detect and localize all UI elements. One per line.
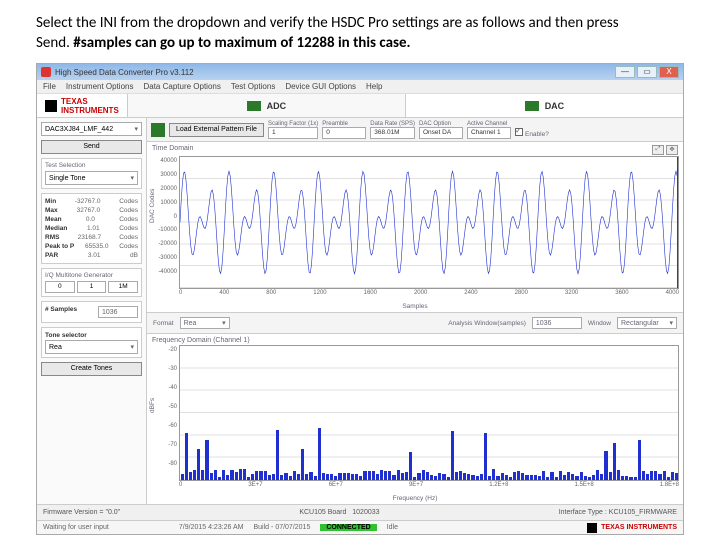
dac-option-dropdown[interactable]: Onset DA (419, 127, 463, 139)
status-bar-2: Waiting for user input 7/9/2015 4:23:26 … (37, 520, 683, 534)
time-chart-xlabel: Samples (151, 303, 679, 310)
nsamples-input[interactable]: 1036 (98, 306, 138, 318)
menu-file[interactable]: File (43, 82, 56, 91)
mid-control-row: Format Rea Analysis Window(samples) 1036… (147, 312, 683, 334)
chevron-down-icon (130, 343, 134, 351)
stats-panel: Min-32767.0Codes Max32767.0Codes Mean0.0… (41, 193, 142, 264)
chevron-down-icon (222, 319, 226, 327)
chevron-down-icon (130, 174, 134, 182)
time-chart-yaxis: DAC Codes 400003000020000100000-10000-20… (151, 156, 179, 289)
freq-chart-title: Frequency Domain (Channel 1) (152, 337, 250, 344)
freq-chart-xlabel: Frequency (Hz) (151, 495, 679, 502)
window-type-dropdown[interactable]: Rectangular (617, 317, 677, 329)
chart-tool-pan-icon[interactable]: ✥ (666, 145, 678, 155)
frequency-domain-chart[interactable] (179, 345, 679, 481)
adc-chip-icon (247, 101, 261, 111)
ti-brand: TEXASINSTRUMENTS (37, 97, 127, 115)
test-selection-label: Test Selection (45, 162, 138, 169)
dac-chip-icon (525, 101, 539, 111)
chevron-down-icon (669, 319, 673, 327)
ini-dropdown[interactable]: DAC3XJ84_LMF_442 (41, 122, 142, 136)
menu-data-capture-options[interactable]: Data Capture Options (143, 82, 220, 91)
ti-footer-brand: TEXAS INSTRUMENTS (587, 523, 677, 533)
menu-device-gui-options[interactable]: Device GUI Options (285, 82, 356, 91)
app-window: High Speed Data Converter Pro v3.112 — ▭… (36, 63, 684, 535)
minimize-button[interactable]: — (615, 66, 635, 78)
chevron-down-icon (134, 125, 138, 133)
nsamples-label: # Samples (45, 306, 77, 318)
enable-checkbox[interactable] (515, 128, 523, 136)
menu-instrument-options[interactable]: Instrument Options (66, 82, 134, 91)
dac-option-row: Load External Pattern File Scaling Facto… (147, 118, 683, 142)
toolbar: TEXASINSTRUMENTS ADC DAC (37, 94, 683, 118)
tone-selector-label: Tone selector (45, 332, 87, 339)
tonegen-field-b[interactable]: 1 (77, 281, 107, 293)
time-chart-title: Time Domain (152, 145, 193, 155)
send-button[interactable]: Send (41, 140, 142, 154)
load-pattern-button[interactable]: Load External Pattern File (169, 123, 264, 137)
window-title: High Speed Data Converter Pro v3.112 (55, 68, 194, 77)
connection-status-badge: CONNECTED (320, 524, 376, 531)
time-chart-xaxis: 040080012001600200024002800320036004000 (179, 290, 679, 303)
freq-chart-yaxis: dBFs -20-30-40-50-60-70-80 (151, 345, 179, 481)
menu-test-options[interactable]: Test Options (231, 82, 275, 91)
tab-adc[interactable]: ADC (127, 94, 405, 117)
test-selection-dropdown[interactable]: Single Tone (45, 171, 138, 185)
multitone-gen-label: I/Q Multitone Generator (45, 272, 138, 279)
ti-logo-icon (587, 523, 597, 533)
menubar: File Instrument Options Data Capture Opt… (37, 80, 683, 94)
tab-dac[interactable]: DAC (405, 94, 683, 117)
chart-tool-zoom-icon[interactable]: ⤢ (652, 145, 664, 155)
time-domain-chart[interactable] (179, 156, 679, 289)
tonegen-field-c[interactable]: 1M (108, 281, 138, 293)
freq-chart-xaxis: 03E+76E+79E+71.2E+81.5E+81.8E+8 (179, 482, 679, 495)
app-icon (41, 67, 51, 77)
preamble-input[interactable]: 0 (322, 127, 366, 139)
ti-logo-icon (45, 100, 57, 112)
instruction-text: Select the INI from the dropdown and ver… (0, 0, 720, 59)
data-rate-input[interactable]: 368.01M (370, 127, 415, 139)
analysis-window-input[interactable]: 1036 (532, 317, 582, 329)
menu-help[interactable]: Help (366, 82, 382, 91)
scaling-factor-input[interactable]: 1 (268, 127, 318, 139)
maximize-button[interactable]: ▭ (637, 66, 657, 78)
close-button[interactable]: X (659, 66, 679, 78)
titlebar: High Speed Data Converter Pro v3.112 — ▭… (37, 64, 683, 80)
active-channel-dropdown[interactable]: Channel 1 (467, 127, 511, 139)
tonegen-field-a[interactable]: 0 (45, 281, 75, 293)
sidebar: DAC3XJ84_LMF_442 Send Test Selection Sin… (37, 118, 147, 504)
pattern-icon (151, 123, 165, 137)
tone-selector-dropdown[interactable]: Rea (45, 340, 138, 354)
status-bar-1: Firmware Version = "0.0" KCU105 Board 10… (37, 504, 683, 520)
format-dropdown[interactable]: Rea (180, 317, 230, 329)
create-tones-button[interactable]: Create Tones (41, 362, 142, 376)
